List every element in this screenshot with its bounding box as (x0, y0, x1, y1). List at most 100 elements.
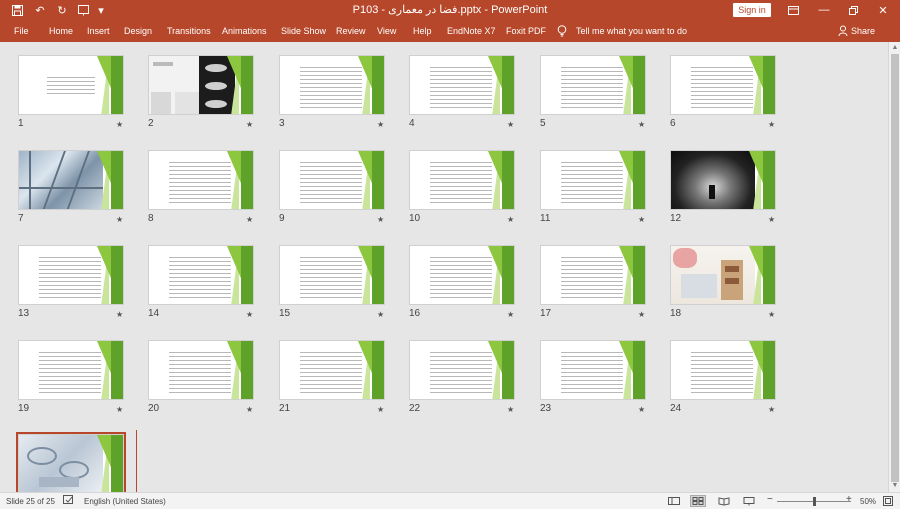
transition-star-icon[interactable]: ★ (116, 310, 123, 319)
slide-thumbnail[interactable] (409, 245, 515, 305)
slide-number: 5 (540, 118, 546, 129)
language[interactable]: English (United States) (84, 497, 166, 506)
slide-thumbnail[interactable] (409, 150, 515, 210)
normal-view-icon[interactable] (666, 495, 682, 507)
slide-thumbnail[interactable] (148, 150, 254, 210)
transition-star-icon[interactable]: ★ (638, 120, 645, 129)
transition-star-icon[interactable]: ★ (507, 405, 514, 414)
slide-thumbnail[interactable] (18, 150, 124, 210)
tab-animations[interactable]: Animations (222, 26, 267, 36)
scroll-down-icon[interactable]: ▼ (891, 482, 899, 490)
slide-show-view-icon[interactable] (741, 495, 757, 507)
transition-star-icon[interactable]: ★ (246, 215, 253, 224)
minimize-icon[interactable]: — (809, 0, 839, 20)
start-from-beginning-icon[interactable] (76, 3, 90, 17)
slide-thumbnail[interactable] (670, 150, 776, 210)
reading-view-icon[interactable] (716, 495, 732, 507)
slide-thumbnail[interactable] (279, 55, 385, 115)
fit-to-window-icon[interactable] (883, 496, 893, 508)
slide-thumbnail[interactable] (16, 432, 126, 492)
transition-star-icon[interactable]: ★ (507, 120, 514, 129)
transition-star-icon[interactable]: ★ (116, 120, 123, 129)
slide-thumbnail[interactable] (670, 55, 776, 115)
transition-star-icon[interactable]: ★ (246, 405, 253, 414)
transition-star-icon[interactable]: ★ (377, 405, 384, 414)
transition-star-icon[interactable]: ★ (768, 215, 775, 224)
slide-number: 13 (18, 308, 30, 319)
slide-number: 12 (670, 213, 682, 224)
transition-star-icon[interactable]: ★ (377, 215, 384, 224)
slide-thumbnail[interactable] (670, 340, 776, 400)
tell-me-search[interactable]: Tell me what you want to do (576, 26, 687, 36)
slide-thumbnail[interactable] (540, 150, 646, 210)
slide-thumbnail[interactable] (540, 340, 646, 400)
slide-thumbnail[interactable] (409, 340, 515, 400)
tab-view[interactable]: View (377, 26, 396, 36)
zoom-in-icon[interactable]: + (846, 494, 852, 505)
tab-slide-show[interactable]: Slide Show (281, 26, 326, 36)
transition-star-icon[interactable]: ★ (768, 405, 775, 414)
slide-number: 24 (670, 403, 682, 414)
tab-review[interactable]: Review (336, 26, 366, 36)
slide-thumbnail[interactable] (540, 245, 646, 305)
slide-number: 15 (279, 308, 291, 319)
slide-sorter-view-icon[interactable] (690, 495, 706, 507)
tab-endnote[interactable]: EndNote X7 (447, 26, 496, 36)
transition-star-icon[interactable]: ★ (507, 215, 514, 224)
slide-thumbnail[interactable] (148, 245, 254, 305)
tab-foxit-pdf[interactable]: Foxit PDF (506, 26, 546, 36)
slide-number: 8 (148, 213, 154, 224)
tab-home[interactable]: Home (49, 26, 73, 36)
scroll-up-icon[interactable]: ▲ (891, 44, 899, 52)
tab-transitions[interactable]: Transitions (167, 26, 211, 36)
vertical-scrollbar[interactable]: ▲ ▼ (888, 42, 900, 492)
slide-number: 1 (18, 118, 24, 129)
slide-thumbnail[interactable] (279, 150, 385, 210)
transition-star-icon[interactable]: ★ (507, 310, 514, 319)
undo-icon[interactable]: ↶ (33, 3, 47, 17)
slide-number: 2 (148, 118, 154, 129)
zoom-out-icon[interactable]: − (767, 494, 773, 505)
share-button[interactable]: Share (851, 26, 875, 36)
slide-thumbnail[interactable] (670, 245, 776, 305)
transition-star-icon[interactable]: ★ (638, 405, 645, 414)
transition-star-icon[interactable]: ★ (246, 120, 253, 129)
slide-thumbnail[interactable] (18, 245, 124, 305)
slide-thumbnail[interactable] (18, 340, 124, 400)
tab-help[interactable]: Help (413, 26, 432, 36)
slide-thumbnail[interactable] (148, 55, 254, 115)
save-icon[interactable] (10, 3, 24, 17)
restore-icon[interactable] (838, 0, 868, 20)
transition-star-icon[interactable]: ★ (246, 310, 253, 319)
zoom-slider-thumb[interactable] (813, 497, 816, 506)
slide-thumbnail[interactable] (540, 55, 646, 115)
transition-star-icon[interactable]: ★ (768, 120, 775, 129)
transition-star-icon[interactable]: ★ (768, 310, 775, 319)
slide-number: 9 (279, 213, 285, 224)
tab-file[interactable]: File (14, 26, 29, 36)
slide-thumbnail[interactable] (409, 55, 515, 115)
transition-star-icon[interactable]: ★ (638, 310, 645, 319)
transition-star-icon[interactable]: ★ (116, 215, 123, 224)
ribbon-display-options-icon[interactable] (778, 0, 808, 20)
slide-number: 16 (409, 308, 421, 319)
customize-toolbar-icon[interactable]: ▾ (94, 3, 108, 17)
slide-thumbnail[interactable] (148, 340, 254, 400)
transition-star-icon[interactable]: ★ (116, 405, 123, 414)
redo-icon[interactable]: ↻ (55, 3, 69, 17)
slide-number: 14 (148, 308, 160, 319)
sign-in-button[interactable]: Sign in (733, 3, 771, 17)
transition-star-icon[interactable]: ★ (638, 215, 645, 224)
close-icon[interactable]: ✕ (868, 0, 898, 20)
transition-star-icon[interactable]: ★ (377, 120, 384, 129)
zoom-level[interactable]: 50% (860, 497, 876, 506)
transition-star-icon[interactable]: ★ (377, 310, 384, 319)
scroll-thumb[interactable] (891, 54, 899, 482)
slide-thumbnail[interactable] (279, 245, 385, 305)
tab-design[interactable]: Design (124, 26, 152, 36)
spelling-check-icon[interactable] (63, 495, 74, 507)
slide-thumbnail[interactable] (279, 340, 385, 400)
slide-thumbnail[interactable] (18, 55, 124, 115)
tab-insert[interactable]: Insert (87, 26, 110, 36)
slide-number: 4 (409, 118, 415, 129)
